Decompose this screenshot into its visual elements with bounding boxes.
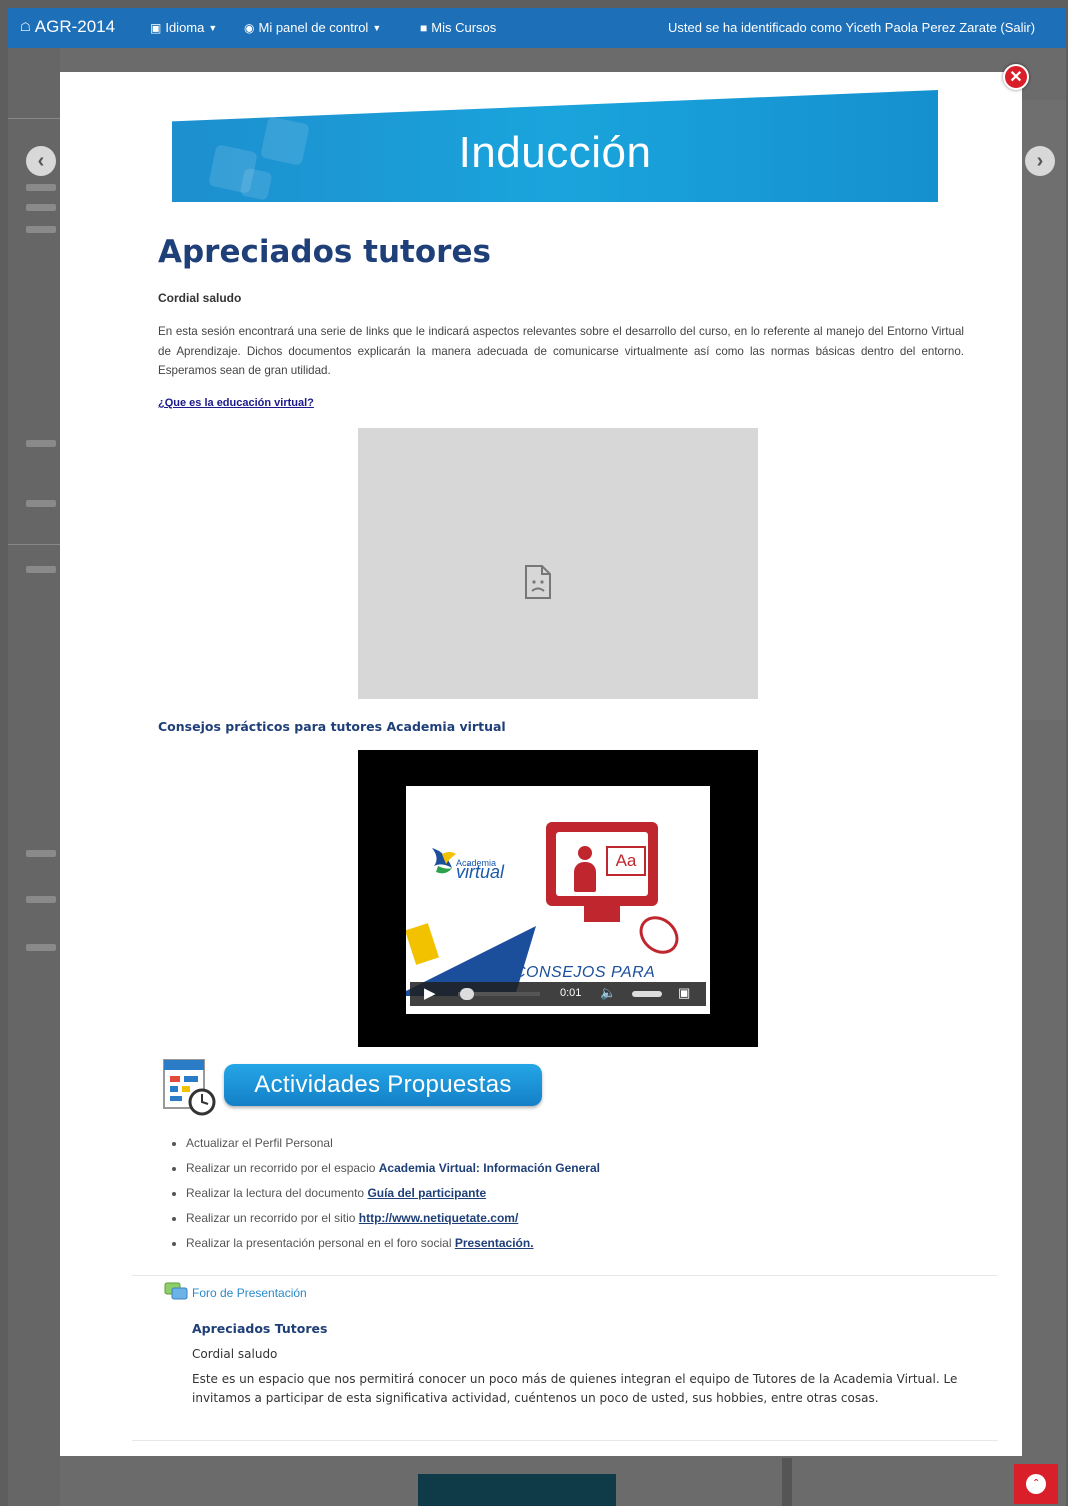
- menu-panel-label: Mi panel de control: [258, 20, 369, 35]
- netiquetate-link[interactable]: http://www.netiquetate.com/: [359, 1211, 519, 1225]
- brand-label: AGR-2014: [34, 17, 116, 36]
- caret-down-icon: ▼: [372, 22, 382, 33]
- arrow-left-icon[interactable]: ‹: [26, 146, 56, 176]
- list-item: Realizar la presentación personal en el …: [186, 1234, 600, 1259]
- scroll-top-button[interactable]: ˆ: [1014, 1464, 1058, 1504]
- section-divider: [132, 1440, 998, 1441]
- briefcase-icon: ■: [420, 20, 428, 35]
- academia-info-link[interactable]: Academia Virtual: Información General: [379, 1161, 600, 1175]
- logo-word-text: virtual: [456, 862, 505, 882]
- volume-icon[interactable]: 🔈: [600, 985, 616, 1001]
- close-icon[interactable]: ✕: [1003, 64, 1029, 90]
- embedded-content-placeholder: [358, 428, 758, 699]
- bg-divider: [8, 118, 60, 119]
- menu-idioma-label: Idioma: [165, 20, 205, 35]
- top-navbar: ☖ AGR-2014 ▣ Idioma ▼ ◉ Mi panel de cont…: [8, 8, 1066, 48]
- induction-banner: Inducción: [172, 90, 938, 202]
- play-icon[interactable]: ▶: [424, 984, 436, 1002]
- volume-slider[interactable]: [632, 991, 662, 997]
- banner-title: Inducción: [458, 128, 652, 177]
- activity-text: Realizar la presentación personal en el …: [186, 1236, 455, 1250]
- bg-sidebar-item: [26, 440, 56, 447]
- video-title: Consejos prácticos para tutores Academia…: [158, 719, 506, 734]
- page-heading: Apreciados tutores: [158, 234, 491, 270]
- menu-mis-cursos[interactable]: ■ Mis Cursos: [420, 20, 496, 35]
- list-item: Realizar la lectura del documento Guía d…: [186, 1184, 600, 1209]
- bg-sidebar-item: [26, 184, 56, 191]
- activities-calendar-icon: [163, 1059, 216, 1116]
- caret-down-icon: ▼: [208, 22, 218, 33]
- list-item: Realizar un recorrido por el sitio http:…: [186, 1209, 600, 1234]
- activity-text: Realizar un recorrido por el espacio: [186, 1161, 379, 1175]
- academia-logo-icon: [432, 848, 456, 874]
- monitor-stand: [584, 906, 620, 922]
- forum-greeting: Cordial saludo: [192, 1347, 278, 1361]
- mouse-icon: [631, 908, 687, 962]
- presentacion-link[interactable]: Presentación.: [455, 1236, 534, 1250]
- user-login-text: Usted se ha identificado como Yiceth Pao…: [668, 20, 1036, 35]
- fullscreen-icon[interactable]: ▣: [678, 985, 690, 1001]
- menu-panel-control[interactable]: ◉ Mi panel de control ▼: [244, 20, 381, 35]
- intro-paragraph: En esta sesión encontrará una serie de l…: [158, 325, 964, 377]
- greeting-text: Cordial saludo: [158, 291, 242, 305]
- forum-presentacion-link[interactable]: Foro de Presentación: [192, 1286, 307, 1300]
- background-divider: [782, 1458, 792, 1506]
- video-player[interactable]: Academia virtual Aa CONSEJOS PARA ▶ 0:01…: [358, 750, 758, 1047]
- activity-text: Realizar un recorrido por el sitio: [186, 1211, 359, 1225]
- bg-sidebar-item: [26, 896, 56, 903]
- dashboard-icon: ◉: [244, 20, 255, 35]
- user-login-info[interactable]: Usted se ha identificado como Yiceth Pao…: [668, 20, 1035, 35]
- activities-list: Actualizar el Perfil Personal Realizar u…: [172, 1134, 600, 1259]
- background-right-column: [1022, 100, 1066, 720]
- book-icon: ▣: [150, 20, 162, 35]
- menu-cursos-label: Mis Cursos: [431, 20, 497, 35]
- virtual-education-link[interactable]: ¿Que es la educación virtual?: [158, 397, 314, 409]
- bg-sidebar-item: [26, 566, 56, 573]
- video-frame: Academia virtual Aa CONSEJOS PARA ▶ 0:01…: [406, 786, 710, 1014]
- background-sidebar: [8, 48, 60, 1506]
- bg-sidebar-item: [26, 500, 56, 507]
- bg-divider: [8, 544, 60, 545]
- brand-link[interactable]: ☖ AGR-2014: [20, 17, 115, 37]
- section-divider: [132, 1275, 998, 1276]
- video-controls: ▶ 0:01 🔈 ▣: [410, 982, 706, 1006]
- broken-document-icon: [525, 565, 551, 599]
- menu-idioma[interactable]: ▣ Idioma ▼: [150, 20, 217, 35]
- video-caption: CONSEJOS PARA: [514, 964, 656, 981]
- arrow-right-icon[interactable]: ›: [1025, 146, 1055, 176]
- chevron-up-icon: ˆ: [1026, 1474, 1046, 1494]
- home-icon: ☖: [20, 20, 31, 34]
- bg-sidebar-item: [26, 204, 56, 211]
- time-display: 0:01: [560, 987, 582, 999]
- bg-sidebar-item: [26, 226, 56, 233]
- background-footer-block: [418, 1474, 616, 1506]
- forum-icon: [164, 1282, 188, 1300]
- activity-text: Realizar la lectura del documento: [186, 1186, 368, 1200]
- forum-title: Apreciados Tutores: [192, 1321, 328, 1336]
- bg-sidebar-item: [26, 850, 56, 857]
- monitor-text: Aa: [606, 846, 646, 876]
- guia-participante-link[interactable]: Guía del participante: [367, 1186, 486, 1200]
- activity-text: Actualizar el Perfil Personal: [186, 1136, 333, 1150]
- bg-sidebar-item: [26, 944, 56, 951]
- activities-header: Actividades Propuestas: [224, 1064, 542, 1106]
- progress-handle[interactable]: [460, 988, 474, 1000]
- induction-modal: Inducción Apreciados tutores Cordial sal…: [60, 72, 1022, 1456]
- list-item: Realizar un recorrido por el espacio Aca…: [186, 1159, 600, 1184]
- decor-shape: [406, 923, 439, 965]
- monitor-illustration: Aa: [546, 822, 658, 906]
- forum-description: Este es un espacio que nos permitirá con…: [192, 1372, 958, 1405]
- list-item: Actualizar el Perfil Personal: [186, 1134, 600, 1159]
